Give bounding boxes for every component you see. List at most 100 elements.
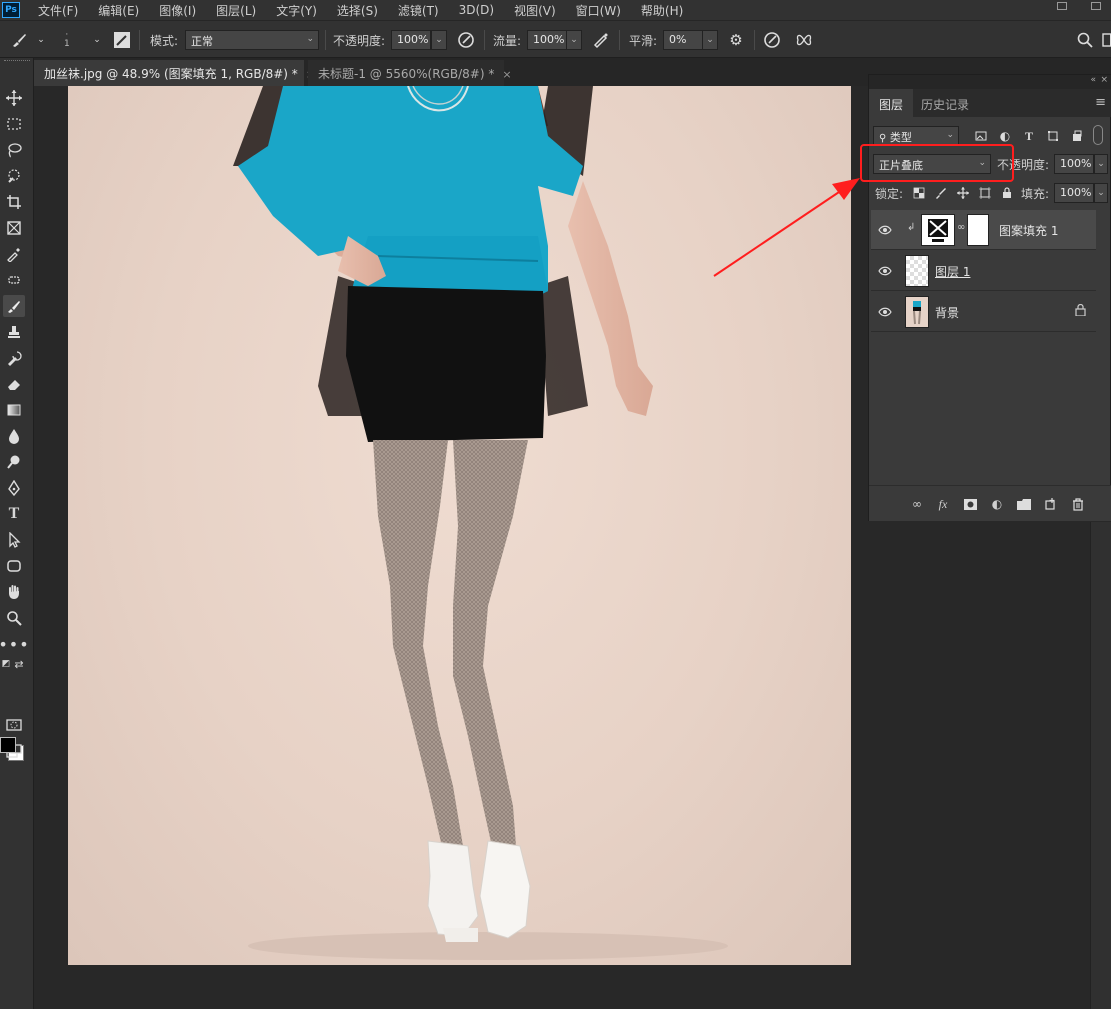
close-icon[interactable]: × (502, 68, 511, 81)
layer-row-pattern-fill[interactable]: ↲ ∞ 图案填充 1 (871, 210, 1096, 250)
tab-document-active[interactable]: 加丝袜.jpg @ 48.9% (图案填充 1, RGB/8#) *× (34, 60, 315, 86)
menu-select[interactable]: 选择(S) (337, 2, 378, 19)
link-layers-icon[interactable]: ∞ (909, 496, 925, 512)
type-tool-icon[interactable]: T (3, 503, 25, 525)
new-adjustment-layer-icon[interactable]: ◐ (989, 496, 1005, 512)
fill-dropdown-icon[interactable]: ⌄ (1094, 183, 1108, 203)
menu-filter[interactable]: 滤镜(T) (398, 2, 439, 19)
symmetry-butterfly-icon[interactable] (795, 31, 813, 49)
close-panel-icon[interactable]: × (1100, 75, 1108, 85)
fx-icon[interactable]: fx (935, 496, 951, 512)
link-chain-icon[interactable]: ∞ (957, 222, 965, 233)
crop-tool-icon[interactable] (3, 191, 25, 213)
filter-smart-object-icon[interactable] (1069, 128, 1085, 144)
history-brush-tool-icon[interactable] (3, 347, 25, 369)
default-colors-icon[interactable]: ◩ (0, 658, 12, 670)
mode-select[interactable]: 正常 ⌄ (185, 30, 319, 50)
menu-edit[interactable]: 编辑(E) (98, 2, 139, 19)
opacity-input[interactable]: 100% (391, 30, 431, 50)
brush-tool-preset-icon[interactable] (10, 31, 28, 49)
pressure-opacity-icon[interactable] (457, 31, 475, 49)
layer-row-background[interactable]: 背景 (871, 292, 1096, 332)
layer-opacity-input[interactable]: 100% (1054, 154, 1094, 174)
rectangle-tool-icon[interactable] (3, 555, 25, 577)
menu-3d[interactable]: 3D(D) (459, 3, 494, 17)
swap-colors-icon[interactable]: ⇄ (12, 658, 26, 671)
layer-row-layer-1[interactable]: 图层 1 (871, 251, 1096, 291)
lock-artboard-icon[interactable] (977, 185, 993, 201)
frame-tool-icon[interactable] (3, 217, 25, 239)
blend-mode-select[interactable]: 正片叠底 ⌄ (873, 154, 991, 174)
zoom-tool-icon[interactable] (3, 607, 25, 629)
new-layer-icon[interactable] (1043, 496, 1059, 512)
vertical-scrollbar[interactable] (1090, 522, 1111, 1009)
pen-tool-icon[interactable] (3, 477, 25, 499)
eye-visibility-icon[interactable] (877, 304, 893, 320)
path-selection-tool-icon[interactable] (3, 529, 25, 551)
lock-position-icon[interactable] (955, 185, 971, 201)
smoothing-dropdown-icon[interactable]: ⌄ (702, 30, 718, 50)
filter-adjustment-icon[interactable]: ◐ (997, 128, 1013, 144)
layer-filter-select[interactable]: ⚲ 类型 ⌄ (873, 126, 959, 146)
eye-visibility-icon[interactable] (877, 263, 893, 279)
menu-image[interactable]: 图像(I) (159, 2, 196, 19)
panel-menu-icon[interactable]: ≡ (1095, 95, 1106, 110)
clone-stamp-tool-icon[interactable] (3, 321, 25, 343)
collapse-panel-icon[interactable]: « (1090, 75, 1096, 85)
menu-help[interactable]: 帮助(H) (641, 2, 683, 19)
photoshop-logo-icon[interactable]: Ps (2, 2, 20, 18)
fill-input[interactable]: 100% (1054, 183, 1094, 203)
menu-window[interactable]: 窗口(W) (576, 2, 621, 19)
hand-tool-icon[interactable] (3, 581, 25, 603)
restore-window-icon[interactable] (1057, 2, 1067, 10)
lock-transparent-pixels-icon[interactable] (911, 185, 927, 201)
gradient-tool-icon[interactable] (3, 399, 25, 421)
menu-view[interactable]: 视图(V) (514, 2, 556, 19)
filter-type-icon[interactable]: T (1021, 128, 1037, 144)
chevron-down-icon[interactable]: ⌄ (88, 31, 106, 49)
blur-tool-icon[interactable] (3, 425, 25, 447)
menu-file[interactable]: 文件(F) (38, 2, 78, 19)
layer-opacity-dropdown-icon[interactable]: ⌄ (1094, 154, 1108, 174)
workspace-icon[interactable] (1100, 31, 1111, 49)
lock-image-pixels-icon[interactable] (933, 185, 949, 201)
new-group-folder-icon[interactable] (1016, 496, 1032, 512)
tab-document-untitled[interactable]: 未标题-1 @ 5560%(RGB/8#) * × (308, 60, 512, 86)
pressure-size-icon[interactable] (763, 31, 781, 49)
dodge-tool-icon[interactable] (3, 451, 25, 473)
airbrush-icon[interactable] (592, 31, 610, 49)
eyedropper-tool-icon[interactable] (3, 243, 25, 265)
more-tools-icon[interactable]: ••• (0, 633, 29, 655)
chevron-down-icon[interactable]: ⌄ (32, 31, 50, 49)
eraser-tool-icon[interactable] (3, 373, 25, 395)
quick-mask-icon[interactable] (3, 714, 25, 736)
smoothing-input[interactable]: 0% (663, 30, 703, 50)
move-tool-icon[interactable] (3, 87, 25, 109)
filter-shape-icon[interactable] (1045, 128, 1061, 144)
brush-settings-panel-icon[interactable] (113, 31, 131, 49)
spot-healing-tool-icon[interactable] (3, 269, 25, 291)
add-mask-icon[interactable] (962, 496, 978, 512)
maximize-window-icon[interactable] (1091, 2, 1101, 10)
foreground-color-swatch[interactable] (0, 737, 16, 753)
gear-icon[interactable]: ⚙ (727, 31, 745, 49)
eye-visibility-icon[interactable] (877, 222, 893, 238)
lock-all-icon[interactable] (999, 185, 1015, 201)
marquee-tool-icon[interactable] (3, 113, 25, 135)
brush-tool-icon[interactable] (3, 295, 25, 317)
filter-pixel-icon[interactable] (973, 128, 989, 144)
brush-size-preview[interactable]: · 1 (64, 21, 70, 59)
search-icon[interactable] (1076, 31, 1094, 49)
filter-toggle-switch[interactable] (1093, 125, 1103, 145)
opacity-dropdown-icon[interactable]: ⌄ (431, 30, 447, 50)
toolbar-grip[interactable] (4, 60, 30, 63)
tab-layers[interactable]: 图层 (869, 89, 914, 117)
layer-mask-thumbnail[interactable] (967, 214, 989, 246)
quick-selection-tool-icon[interactable] (3, 165, 25, 187)
lasso-tool-icon[interactable] (3, 139, 25, 161)
menu-type[interactable]: 文字(Y) (276, 2, 317, 19)
flow-input[interactable]: 100% (527, 30, 567, 50)
delete-trash-icon[interactable] (1070, 496, 1086, 512)
menu-layer[interactable]: 图层(L) (216, 2, 256, 19)
flow-dropdown-icon[interactable]: ⌄ (566, 30, 582, 50)
